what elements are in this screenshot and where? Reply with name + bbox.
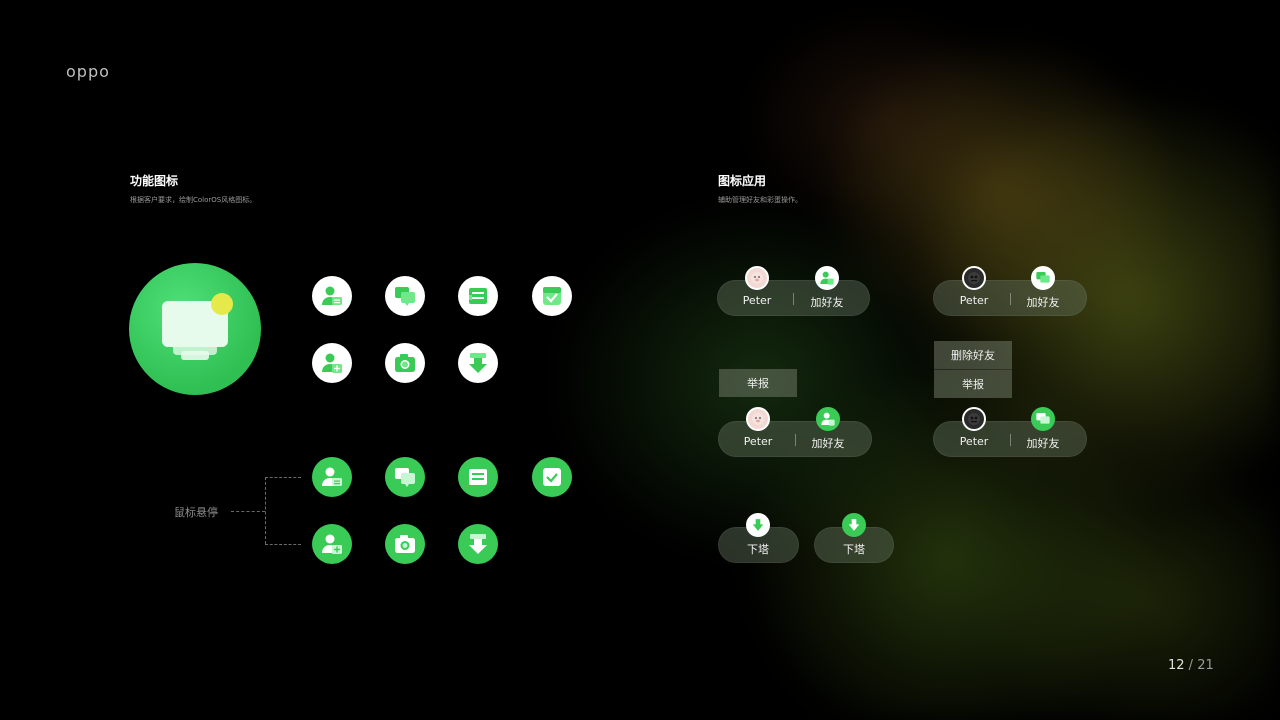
- hover-state-label: 鼠标悬停: [174, 506, 218, 519]
- section-subtitle: 辅助管理好友和彩蛋操作。: [718, 196, 802, 204]
- add-friend-icon[interactable]: [816, 407, 840, 431]
- avatar[interactable]: [962, 407, 986, 431]
- page-total: 21: [1197, 658, 1214, 673]
- message-icon[interactable]: [1031, 407, 1055, 431]
- download-button[interactable]: 下塔: [832, 541, 876, 557]
- left-section-header: 功能图标 根据客户要求，绘制ColorOS风格图标。: [130, 172, 256, 205]
- divider: [793, 293, 794, 305]
- download-icon[interactable]: [746, 513, 770, 537]
- camera-icon[interactable]: [385, 343, 425, 383]
- user-plus-icon[interactable]: [312, 524, 352, 564]
- connector-line: [265, 477, 266, 544]
- page-current: 12: [1168, 658, 1185, 673]
- tv-feature-icon: [129, 263, 261, 395]
- report-menu-item[interactable]: 举报: [934, 370, 1012, 398]
- friend-name: Peter: [743, 435, 773, 448]
- oppo-logo: oppo: [66, 62, 110, 81]
- connector-line: [265, 477, 301, 478]
- friend-name: Peter: [959, 294, 989, 307]
- document-icon[interactable]: [458, 276, 498, 316]
- check-icon[interactable]: [532, 457, 572, 497]
- add-user-icon[interactable]: [312, 457, 352, 497]
- delete-friend-menu-item[interactable]: 删除好友: [934, 341, 1012, 369]
- document-icon[interactable]: [458, 457, 498, 497]
- camera-icon[interactable]: [385, 524, 425, 564]
- page-indicator: 12 / 21: [1168, 658, 1214, 673]
- connector-line: [231, 511, 265, 512]
- section-subtitle: 根据客户要求，绘制ColorOS风格图标。: [130, 196, 257, 204]
- download-icon[interactable]: [458, 524, 498, 564]
- add-friend-icon[interactable]: [815, 266, 839, 290]
- avatar[interactable]: [746, 407, 770, 431]
- add-friend-button[interactable]: 加好友: [806, 435, 850, 451]
- add-friend-button[interactable]: 加好友: [1021, 435, 1065, 451]
- page-separator: /: [1184, 658, 1198, 673]
- add-friend-button[interactable]: 加好友: [805, 294, 849, 310]
- divider: [1010, 293, 1011, 305]
- avatar[interactable]: [745, 266, 769, 290]
- divider: [795, 434, 796, 446]
- download-button[interactable]: 下塔: [736, 541, 780, 557]
- message-icon[interactable]: [385, 276, 425, 316]
- divider: [1010, 434, 1011, 446]
- section-title: 功能图标: [130, 174, 179, 188]
- download-icon[interactable]: [458, 343, 498, 383]
- right-section-header: 图标应用 辅助管理好友和彩蛋操作。: [718, 172, 802, 205]
- friend-name: Peter: [959, 435, 989, 448]
- section-title: 图标应用: [718, 174, 767, 188]
- message-icon[interactable]: [1031, 266, 1055, 290]
- report-menu-item[interactable]: 举报: [719, 369, 797, 397]
- user-plus-icon[interactable]: [312, 343, 352, 383]
- avatar[interactable]: [962, 266, 986, 290]
- friend-name: Peter: [742, 294, 772, 307]
- message-icon[interactable]: [385, 457, 425, 497]
- connector-line: [265, 544, 301, 545]
- check-icon[interactable]: [532, 276, 572, 316]
- download-icon[interactable]: [842, 513, 866, 537]
- add-friend-button[interactable]: 加好友: [1021, 294, 1065, 310]
- add-user-icon[interactable]: [312, 276, 352, 316]
